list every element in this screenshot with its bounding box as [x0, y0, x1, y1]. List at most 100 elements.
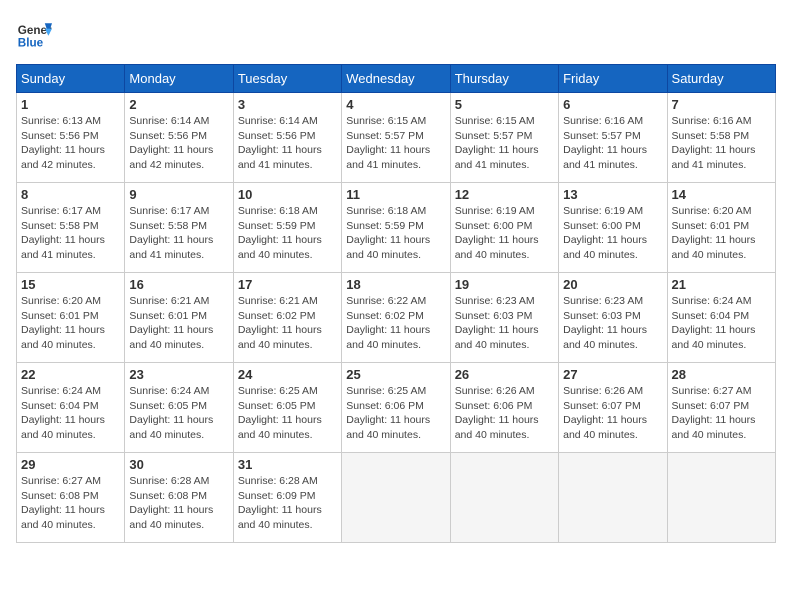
day-info: Sunrise: 6:21 AM Sunset: 6:02 PM Dayligh…	[238, 294, 337, 353]
day-number: 25	[346, 367, 445, 382]
day-cell-20: 20 Sunrise: 6:23 AM Sunset: 6:03 PM Dayl…	[559, 273, 667, 363]
day-cell-13: 13 Sunrise: 6:19 AM Sunset: 6:00 PM Dayl…	[559, 183, 667, 273]
day-number: 3	[238, 97, 337, 112]
day-info: Sunrise: 6:23 AM Sunset: 6:03 PM Dayligh…	[455, 294, 554, 353]
day-cell-30: 30 Sunrise: 6:28 AM Sunset: 6:08 PM Dayl…	[125, 453, 233, 543]
day-info: Sunrise: 6:18 AM Sunset: 5:59 PM Dayligh…	[238, 204, 337, 263]
weekday-header-tuesday: Tuesday	[233, 65, 341, 93]
day-cell-10: 10 Sunrise: 6:18 AM Sunset: 5:59 PM Dayl…	[233, 183, 341, 273]
day-number: 13	[563, 187, 662, 202]
day-info: Sunrise: 6:17 AM Sunset: 5:58 PM Dayligh…	[21, 204, 120, 263]
day-cell-16: 16 Sunrise: 6:21 AM Sunset: 6:01 PM Dayl…	[125, 273, 233, 363]
day-cell-26: 26 Sunrise: 6:26 AM Sunset: 6:06 PM Dayl…	[450, 363, 558, 453]
day-number: 4	[346, 97, 445, 112]
day-info: Sunrise: 6:16 AM Sunset: 5:58 PM Dayligh…	[672, 114, 771, 173]
day-number: 8	[21, 187, 120, 202]
day-number: 14	[672, 187, 771, 202]
day-cell-9: 9 Sunrise: 6:17 AM Sunset: 5:58 PM Dayli…	[125, 183, 233, 273]
week-row-3: 15 Sunrise: 6:20 AM Sunset: 6:01 PM Dayl…	[17, 273, 776, 363]
empty-cell	[450, 453, 558, 543]
day-number: 11	[346, 187, 445, 202]
day-number: 12	[455, 187, 554, 202]
empty-cell	[559, 453, 667, 543]
day-cell-8: 8 Sunrise: 6:17 AM Sunset: 5:58 PM Dayli…	[17, 183, 125, 273]
empty-cell	[342, 453, 450, 543]
day-cell-31: 31 Sunrise: 6:28 AM Sunset: 6:09 PM Dayl…	[233, 453, 341, 543]
day-number: 17	[238, 277, 337, 292]
day-number: 31	[238, 457, 337, 472]
day-info: Sunrise: 6:27 AM Sunset: 6:08 PM Dayligh…	[21, 474, 120, 533]
weekday-header-row: SundayMondayTuesdayWednesdayThursdayFrid…	[17, 65, 776, 93]
day-number: 10	[238, 187, 337, 202]
day-info: Sunrise: 6:18 AM Sunset: 5:59 PM Dayligh…	[346, 204, 445, 263]
week-row-1: 1 Sunrise: 6:13 AM Sunset: 5:56 PM Dayli…	[17, 93, 776, 183]
day-info: Sunrise: 6:26 AM Sunset: 6:07 PM Dayligh…	[563, 384, 662, 443]
day-info: Sunrise: 6:19 AM Sunset: 6:00 PM Dayligh…	[455, 204, 554, 263]
day-number: 1	[21, 97, 120, 112]
week-row-2: 8 Sunrise: 6:17 AM Sunset: 5:58 PM Dayli…	[17, 183, 776, 273]
day-cell-1: 1 Sunrise: 6:13 AM Sunset: 5:56 PM Dayli…	[17, 93, 125, 183]
day-info: Sunrise: 6:24 AM Sunset: 6:05 PM Dayligh…	[129, 384, 228, 443]
day-info: Sunrise: 6:26 AM Sunset: 6:06 PM Dayligh…	[455, 384, 554, 443]
day-info: Sunrise: 6:21 AM Sunset: 6:01 PM Dayligh…	[129, 294, 228, 353]
day-number: 22	[21, 367, 120, 382]
day-cell-21: 21 Sunrise: 6:24 AM Sunset: 6:04 PM Dayl…	[667, 273, 775, 363]
weekday-header-friday: Friday	[559, 65, 667, 93]
day-cell-18: 18 Sunrise: 6:22 AM Sunset: 6:02 PM Dayl…	[342, 273, 450, 363]
day-cell-29: 29 Sunrise: 6:27 AM Sunset: 6:08 PM Dayl…	[17, 453, 125, 543]
day-number: 29	[21, 457, 120, 472]
day-number: 30	[129, 457, 228, 472]
day-cell-3: 3 Sunrise: 6:14 AM Sunset: 5:56 PM Dayli…	[233, 93, 341, 183]
svg-text:Blue: Blue	[18, 37, 44, 50]
day-info: Sunrise: 6:25 AM Sunset: 6:05 PM Dayligh…	[238, 384, 337, 443]
day-cell-24: 24 Sunrise: 6:25 AM Sunset: 6:05 PM Dayl…	[233, 363, 341, 453]
day-cell-2: 2 Sunrise: 6:14 AM Sunset: 5:56 PM Dayli…	[125, 93, 233, 183]
day-info: Sunrise: 6:20 AM Sunset: 6:01 PM Dayligh…	[21, 294, 120, 353]
day-cell-12: 12 Sunrise: 6:19 AM Sunset: 6:00 PM Dayl…	[450, 183, 558, 273]
day-cell-4: 4 Sunrise: 6:15 AM Sunset: 5:57 PM Dayli…	[342, 93, 450, 183]
day-cell-14: 14 Sunrise: 6:20 AM Sunset: 6:01 PM Dayl…	[667, 183, 775, 273]
day-number: 28	[672, 367, 771, 382]
day-number: 19	[455, 277, 554, 292]
day-cell-6: 6 Sunrise: 6:16 AM Sunset: 5:57 PM Dayli…	[559, 93, 667, 183]
day-cell-28: 28 Sunrise: 6:27 AM Sunset: 6:07 PM Dayl…	[667, 363, 775, 453]
day-number: 9	[129, 187, 228, 202]
day-number: 18	[346, 277, 445, 292]
day-number: 16	[129, 277, 228, 292]
day-info: Sunrise: 6:23 AM Sunset: 6:03 PM Dayligh…	[563, 294, 662, 353]
weekday-header-thursday: Thursday	[450, 65, 558, 93]
day-number: 24	[238, 367, 337, 382]
day-cell-22: 22 Sunrise: 6:24 AM Sunset: 6:04 PM Dayl…	[17, 363, 125, 453]
week-row-4: 22 Sunrise: 6:24 AM Sunset: 6:04 PM Dayl…	[17, 363, 776, 453]
day-cell-25: 25 Sunrise: 6:25 AM Sunset: 6:06 PM Dayl…	[342, 363, 450, 453]
empty-cell	[667, 453, 775, 543]
day-info: Sunrise: 6:28 AM Sunset: 6:09 PM Dayligh…	[238, 474, 337, 533]
day-number: 6	[563, 97, 662, 112]
day-cell-15: 15 Sunrise: 6:20 AM Sunset: 6:01 PM Dayl…	[17, 273, 125, 363]
weekday-header-wednesday: Wednesday	[342, 65, 450, 93]
logo: General Blue	[16, 16, 56, 52]
day-number: 23	[129, 367, 228, 382]
day-info: Sunrise: 6:27 AM Sunset: 6:07 PM Dayligh…	[672, 384, 771, 443]
day-number: 2	[129, 97, 228, 112]
day-cell-19: 19 Sunrise: 6:23 AM Sunset: 6:03 PM Dayl…	[450, 273, 558, 363]
day-info: Sunrise: 6:14 AM Sunset: 5:56 PM Dayligh…	[238, 114, 337, 173]
day-info: Sunrise: 6:16 AM Sunset: 5:57 PM Dayligh…	[563, 114, 662, 173]
day-number: 15	[21, 277, 120, 292]
day-info: Sunrise: 6:13 AM Sunset: 5:56 PM Dayligh…	[21, 114, 120, 173]
day-info: Sunrise: 6:15 AM Sunset: 5:57 PM Dayligh…	[346, 114, 445, 173]
weekday-header-saturday: Saturday	[667, 65, 775, 93]
day-cell-11: 11 Sunrise: 6:18 AM Sunset: 5:59 PM Dayl…	[342, 183, 450, 273]
day-cell-23: 23 Sunrise: 6:24 AM Sunset: 6:05 PM Dayl…	[125, 363, 233, 453]
day-cell-17: 17 Sunrise: 6:21 AM Sunset: 6:02 PM Dayl…	[233, 273, 341, 363]
calendar: SundayMondayTuesdayWednesdayThursdayFrid…	[16, 64, 776, 543]
day-info: Sunrise: 6:15 AM Sunset: 5:57 PM Dayligh…	[455, 114, 554, 173]
day-info: Sunrise: 6:19 AM Sunset: 6:00 PM Dayligh…	[563, 204, 662, 263]
day-info: Sunrise: 6:20 AM Sunset: 6:01 PM Dayligh…	[672, 204, 771, 263]
day-info: Sunrise: 6:17 AM Sunset: 5:58 PM Dayligh…	[129, 204, 228, 263]
day-number: 20	[563, 277, 662, 292]
day-number: 27	[563, 367, 662, 382]
weekday-header-sunday: Sunday	[17, 65, 125, 93]
day-number: 7	[672, 97, 771, 112]
day-info: Sunrise: 6:22 AM Sunset: 6:02 PM Dayligh…	[346, 294, 445, 353]
